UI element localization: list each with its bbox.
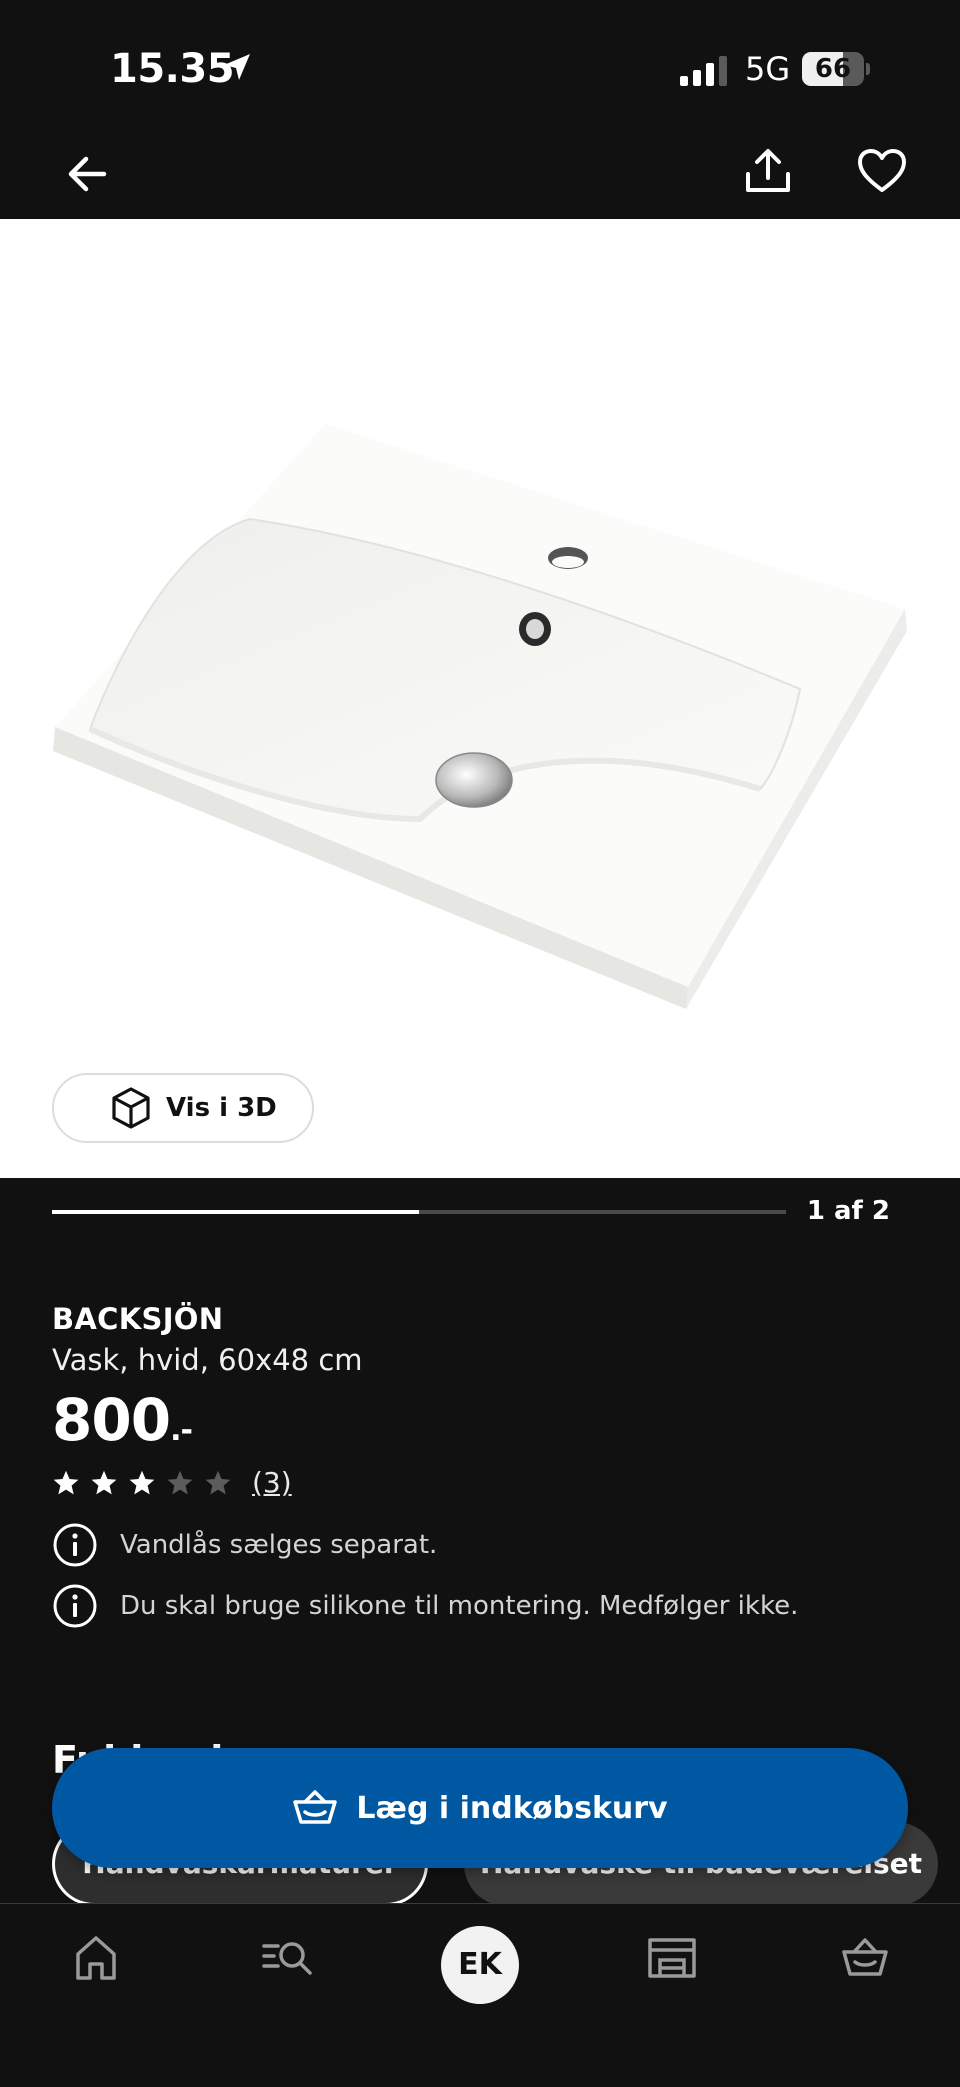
cube-3d-icon xyxy=(110,1086,152,1130)
gallery-progress-fill xyxy=(52,1210,419,1214)
store-icon xyxy=(648,1938,696,1978)
star-filled-icon xyxy=(53,1470,79,1494)
info-note: Vandlås sælges separat. xyxy=(52,1522,437,1568)
favorite-button[interactable] xyxy=(854,144,910,200)
location-arrow-icon xyxy=(222,52,252,82)
star-filled-icon xyxy=(129,1470,155,1494)
share-icon xyxy=(746,149,790,192)
cart-icon xyxy=(842,1938,888,1976)
battery-indicator: 66 xyxy=(802,52,870,86)
network-type: 5G xyxy=(745,50,791,88)
add-to-cart-button[interactable]: Læg i indkøbskurv xyxy=(52,1748,908,1868)
nav-store[interactable] xyxy=(646,1930,698,1986)
signal-strength-icon xyxy=(680,56,730,86)
gallery-progress-bar xyxy=(52,1210,786,1214)
info-note-text: Vandlås sælges separat. xyxy=(120,1530,438,1560)
product-description: Vask, hvid, 60x48 cm xyxy=(52,1343,363,1377)
review-count-link[interactable]: (3) xyxy=(252,1466,292,1499)
bottom-navigation: EK xyxy=(0,1903,960,2087)
gallery-progress-text: 1 af 2 xyxy=(806,1196,890,1226)
status-time: 15.35 xyxy=(110,46,235,92)
home-icon xyxy=(76,1936,116,1980)
battery-percent: 66 xyxy=(814,54,852,84)
star-empty-icon xyxy=(205,1470,231,1494)
arrow-left-icon xyxy=(68,156,107,192)
share-button[interactable] xyxy=(740,144,796,200)
product-name: BACKSJÖN xyxy=(52,1302,224,1336)
back-button[interactable] xyxy=(60,146,116,202)
sink-illustration xyxy=(53,424,907,1009)
star-filled-icon xyxy=(91,1470,117,1494)
add-to-cart-label: Læg i indkøbskurv xyxy=(356,1790,668,1826)
heart-icon xyxy=(858,149,906,192)
info-note-text: Du skal bruge silikone til montering. Me… xyxy=(120,1591,799,1621)
view-3d-button[interactable]: Vis i 3D xyxy=(52,1073,314,1143)
info-note: Du skal bruge silikone til montering. Me… xyxy=(52,1583,798,1629)
info-icon xyxy=(53,1584,97,1628)
info-icon xyxy=(53,1523,97,1567)
price-amount: 800 xyxy=(52,1386,171,1454)
nav-cart[interactable] xyxy=(840,1930,890,1986)
rating-stars xyxy=(52,1469,242,1497)
product-image[interactable] xyxy=(0,219,960,1178)
nav-profile-avatar[interactable]: EK xyxy=(441,1926,519,2004)
price-suffix: .- xyxy=(170,1413,193,1448)
product-rating[interactable]: (3) xyxy=(52,1466,292,1499)
product-price: 800.- xyxy=(52,1386,193,1454)
basket-icon xyxy=(293,1790,338,1824)
star-empty-icon xyxy=(167,1470,193,1494)
view-3d-label: Vis i 3D xyxy=(166,1093,277,1123)
nav-home[interactable] xyxy=(72,1930,120,1986)
nav-search[interactable] xyxy=(260,1930,316,1986)
search-list-icon xyxy=(262,1942,312,1975)
